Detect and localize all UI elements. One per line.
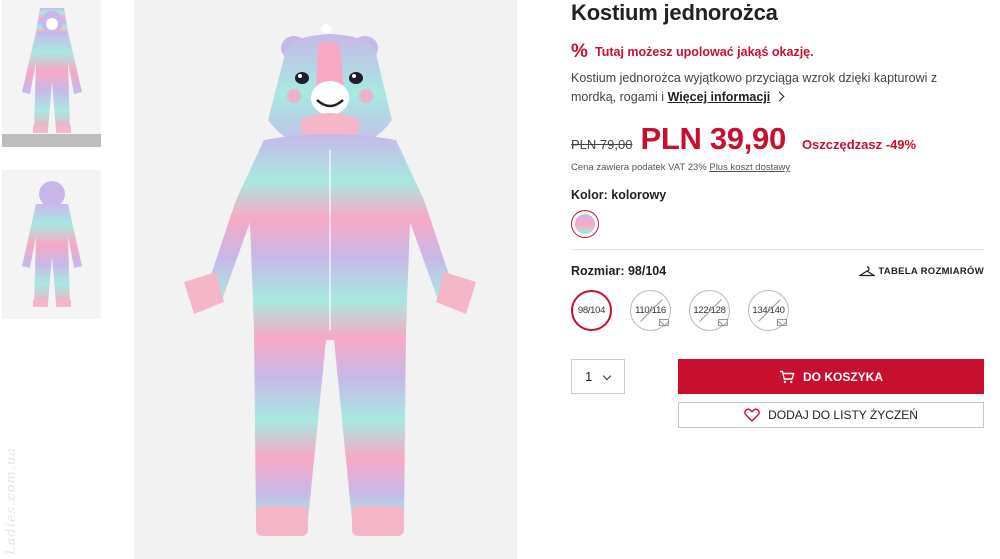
cart-icon <box>779 370 795 383</box>
thumbnail-front-image <box>21 8 82 133</box>
size-option-110-116[interactable]: 110/116 <box>630 290 671 331</box>
color-label: Kolor: kolorowy <box>571 188 667 202</box>
divider <box>571 249 984 250</box>
size-label: Rozmiar: 98/104 <box>571 264 667 278</box>
promo-text: Tutaj możesz upolować jakąś okazję. <box>595 45 814 59</box>
size-table-label: TABELA ROZMIARÓW <box>878 266 984 277</box>
product-main-image[interactable] <box>134 0 517 559</box>
envelope-icon <box>718 319 728 326</box>
promo-banner: % Tutaj możesz upolować jakąś okazję. <box>571 41 814 62</box>
chevron-down-icon <box>602 371 612 381</box>
add-to-cart-label: DO KOSZYKA <box>802 369 883 384</box>
watermark: Ladies.com.ua <box>4 446 19 555</box>
chevron-right-icon <box>774 91 785 102</box>
thumbnail-back-image <box>21 181 82 307</box>
vat-text: Cena zawiera podatek VAT 23% <box>571 162 710 173</box>
price-row: PLN 79,00 PLN 39,90 Oszczędzasz -49% <box>571 121 916 157</box>
thumbnail-back[interactable] <box>2 170 101 319</box>
percent-icon: % <box>571 41 588 62</box>
quantity-value: 1 <box>585 369 593 384</box>
size-option-122-128[interactable]: 122/128 <box>689 290 730 331</box>
color-swatch-kolorowy[interactable] <box>571 210 599 238</box>
current-price: PLN 39,90 <box>640 121 786 156</box>
size-table-link[interactable]: TABELA ROZMIARÓW <box>859 266 984 277</box>
heart-icon <box>744 408 760 422</box>
size-option-98-104[interactable]: 98/104 <box>571 290 612 331</box>
size-options: 98/104 110/116 122/128 134/140 <box>571 290 807 331</box>
envelope-icon <box>659 319 669 326</box>
quantity-select[interactable]: 1 <box>571 359 625 394</box>
shipping-cost-link[interactable]: Plus koszt dostawy <box>709 162 790 173</box>
unicorn-onesie-illustration <box>184 24 476 536</box>
more-info-link[interactable]: Więcej informacji <box>668 90 771 104</box>
product-description: Kostium jednorożca wyjątkowo przyciąga w… <box>571 69 984 107</box>
old-price: PLN 79,00 <box>571 137 633 152</box>
envelope-icon <box>777 319 787 326</box>
vat-note: Cena zawiera podatek VAT 23% Plus koszt … <box>571 162 790 173</box>
size-option-label: 98/104 <box>577 305 606 316</box>
size-option-134-140[interactable]: 134/140 <box>748 290 789 331</box>
thumbnail-front[interactable] <box>2 0 101 147</box>
add-to-wishlist-label: DODAJ DO LISTY ŻYCZEŃ <box>768 408 918 422</box>
savings-badge: Oszczędzasz -49% <box>801 137 917 152</box>
product-title: Kostium jednorożca <box>571 0 778 25</box>
swatch-fill <box>575 214 595 234</box>
add-to-cart-button[interactable]: DO KOSZYKA <box>678 359 984 394</box>
hanger-icon <box>859 266 876 277</box>
add-to-wishlist-button[interactable]: DODAJ DO LISTY ŻYCZEŃ <box>678 402 984 428</box>
